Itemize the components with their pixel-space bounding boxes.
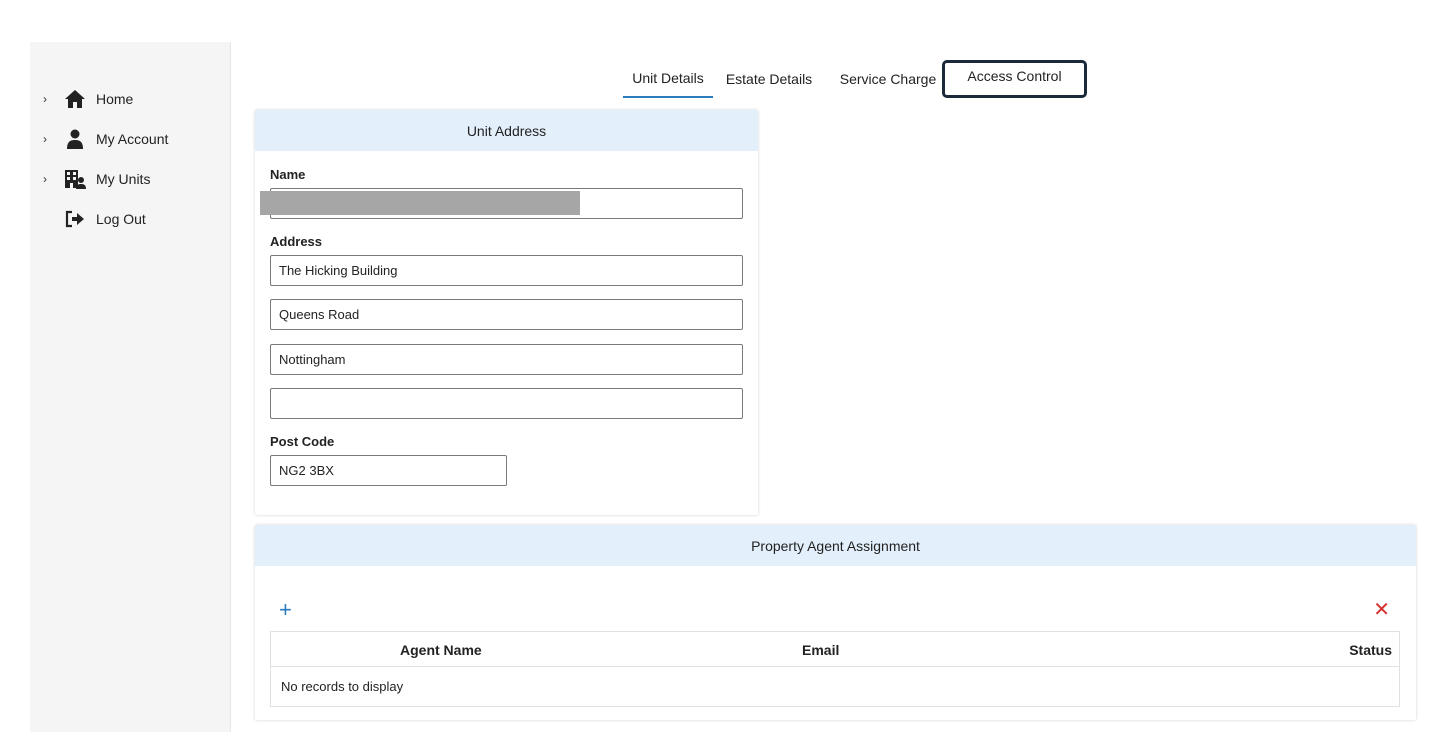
card-header: Unit Address xyxy=(255,110,758,151)
logout-icon xyxy=(64,208,86,230)
sidebar: › Home › My Account › My Units Log Out xyxy=(30,42,231,732)
redacted-block xyxy=(260,191,580,215)
unit-address-card: Unit Address Name Address Post Code xyxy=(255,110,758,515)
tab-label: Access Control xyxy=(967,68,1062,84)
tab-label: Estate Details xyxy=(725,71,813,87)
sidebar-item-log-out[interactable]: Log Out xyxy=(30,204,230,234)
card-header: Property Agent Assignment xyxy=(255,525,1416,566)
tab-access-control[interactable]: Access Control xyxy=(942,60,1087,98)
chevron-right-icon[interactable]: › xyxy=(40,172,50,186)
agent-assignment-card: Property Agent Assignment + ✕ Agent Name… xyxy=(255,525,1416,720)
postcode-field[interactable] xyxy=(270,455,507,486)
tab-estate-details[interactable]: Estate Details xyxy=(724,60,814,98)
tab-label: Service Charge xyxy=(839,71,937,87)
user-icon xyxy=(64,128,86,150)
sidebar-item-label: Home xyxy=(96,91,134,107)
card-title: Property Agent Assignment xyxy=(751,537,920,554)
tab-service-charge[interactable]: Service Charge xyxy=(836,60,940,98)
column-header-agent-name[interactable]: Agent Name xyxy=(400,642,482,658)
address-label: Address xyxy=(270,234,323,249)
column-header-email[interactable]: Email xyxy=(802,642,839,658)
agent-table: Agent Name Email Status No records to di… xyxy=(270,631,1400,707)
name-label: Name xyxy=(270,167,306,182)
add-agent-icon[interactable]: + xyxy=(279,599,292,621)
chevron-right-icon[interactable]: › xyxy=(40,132,50,146)
address-line-2-field[interactable] xyxy=(270,299,743,330)
chevron-right-icon[interactable]: › xyxy=(40,92,50,106)
column-header-status[interactable]: Status xyxy=(1349,642,1392,658)
address-line-3-field[interactable] xyxy=(270,344,743,375)
sidebar-item-my-units[interactable]: › My Units xyxy=(30,164,230,194)
delete-agent-icon[interactable]: ✕ xyxy=(1373,599,1390,621)
address-line-4-field[interactable] xyxy=(270,388,743,419)
card-title: Unit Address xyxy=(466,122,547,139)
tab-unit-details[interactable]: Unit Details xyxy=(623,60,713,98)
postcode-label: Post Code xyxy=(270,434,335,449)
empty-table-message: No records to display xyxy=(281,679,404,694)
tab-label: Unit Details xyxy=(632,70,704,86)
sidebar-item-my-account[interactable]: › My Account xyxy=(30,124,230,154)
sidebar-item-label: My Units xyxy=(96,171,151,187)
building-user-icon xyxy=(64,168,86,190)
home-icon xyxy=(64,88,86,110)
sidebar-item-label: My Account xyxy=(96,131,169,147)
sidebar-item-home[interactable]: › Home xyxy=(30,84,230,114)
table-header: Agent Name Email Status xyxy=(271,632,1399,667)
address-line-1-field[interactable] xyxy=(270,255,743,286)
sidebar-item-label: Log Out xyxy=(96,211,146,227)
